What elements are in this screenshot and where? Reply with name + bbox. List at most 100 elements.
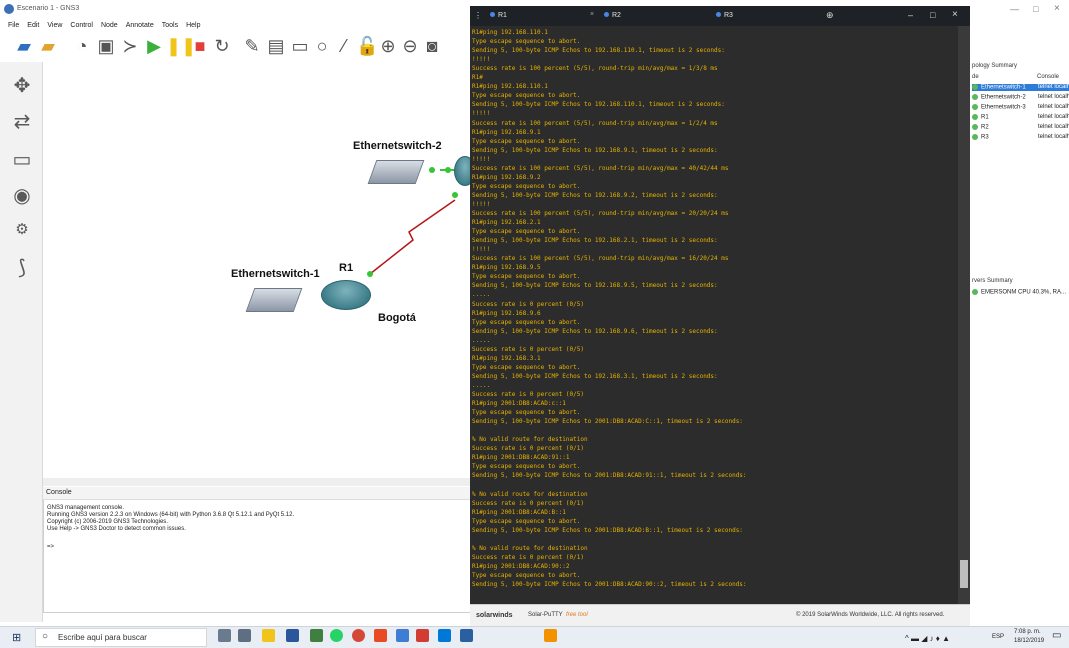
- menu-node[interactable]: Node: [101, 20, 118, 32]
- console-title: Console: [46, 489, 72, 496]
- column-console: Console: [1037, 74, 1060, 80]
- link-endpoint: [429, 167, 435, 173]
- edge-icon[interactable]: [438, 629, 451, 642]
- terminal-line: !!!!!: [472, 110, 491, 118]
- server-status-icon: [972, 289, 978, 295]
- keyboard-language[interactable]: ESP: [992, 634, 1004, 640]
- canvas-horizontal-scrollbar[interactable]: [43, 478, 470, 486]
- taskbar-search-box[interactable]: ○ Escribe aquí para buscar: [35, 628, 207, 647]
- switches-category-icon[interactable]: ⇄: [10, 110, 34, 134]
- putty-close-button[interactable]: ×: [952, 9, 958, 20]
- new-tab-button[interactable]: ⊕: [826, 10, 834, 21]
- terminal-line: !!!!!: [472, 56, 491, 64]
- start-all-icon[interactable]: ▶: [144, 36, 164, 56]
- menu-file[interactable]: File: [8, 20, 19, 32]
- solar-putty-brand: Solar-PuTTY: [528, 612, 563, 618]
- solar-putty-taskbar-icon[interactable]: [544, 629, 557, 642]
- scrollbar-thumb[interactable]: [960, 560, 968, 588]
- terminal-line: R1#ping 192.168.9.6: [472, 309, 541, 317]
- all-devices-category-icon[interactable]: ⚙: [10, 218, 34, 242]
- lock-icon[interactable]: 🔓: [356, 36, 378, 56]
- terminal-line: R1#ping 192.168.110.1: [472, 29, 548, 36]
- topology-summary-row[interactable]: Ethernetswitch-1 telnet localh: [972, 84, 1069, 91]
- mic-icon[interactable]: [218, 629, 231, 642]
- serial-link-r1-r2[interactable]: [369, 199, 456, 275]
- reload-all-icon[interactable]: ↻: [212, 36, 232, 56]
- menu-tools[interactable]: Tools: [162, 20, 178, 32]
- node-console: telnet localh: [1038, 124, 1069, 130]
- windows-start-icon[interactable]: ⊞: [12, 631, 21, 644]
- draw-ellipse-icon[interactable]: ○: [312, 36, 332, 56]
- draw-rectangle-icon[interactable]: ▭: [290, 36, 310, 56]
- insert-picture-icon[interactable]: ▤: [266, 36, 286, 56]
- task-view-icon[interactable]: [238, 629, 251, 642]
- server-row[interactable]: EMERSONM CPU 40.3%, RA...: [972, 289, 1066, 296]
- stop-all-icon[interactable]: ■: [190, 36, 210, 56]
- topology-canvas[interactable]: Ethernetswitch-2 Ethernetswitch-1 R1 Bog…: [43, 62, 476, 479]
- snapshot-icon[interactable]: ◔: [72, 36, 92, 56]
- menu-annotate[interactable]: Annotate: [126, 20, 154, 32]
- clock-date[interactable]: 18/12/2019: [1014, 638, 1044, 644]
- menu-view[interactable]: View: [47, 20, 62, 32]
- security-devices-category-icon[interactable]: ◉: [10, 184, 34, 208]
- terminal-line: !!!!!: [472, 155, 491, 163]
- app-icon[interactable]: [396, 629, 409, 642]
- show-interfaces-icon[interactable]: ▣: [96, 36, 116, 56]
- zoom-in-icon[interactable]: ⊕: [378, 36, 398, 56]
- r1-label: R1: [339, 262, 354, 274]
- topology-summary-row[interactable]: Ethernetswitch-2 telnet localh: [972, 94, 1069, 101]
- sticky-notes-icon[interactable]: [262, 629, 275, 642]
- console-prompt[interactable]: =>: [47, 544, 54, 550]
- terminal-line: R1#ping 2001:DB8:ACAD:B::1: [472, 508, 566, 516]
- mail-icon[interactable]: [460, 629, 473, 642]
- word-icon[interactable]: [286, 629, 299, 642]
- end-devices-category-icon[interactable]: ▭: [10, 148, 34, 172]
- free-tool-link[interactable]: free tool: [566, 612, 588, 618]
- solarwinds-logo: solarwinds: [476, 612, 513, 619]
- terminal-line: Success rate is 100 percent (5/5), round…: [472, 119, 718, 127]
- clock-time[interactable]: 7:08 p. m.: [1014, 629, 1041, 635]
- terminal-scrollbar[interactable]: [958, 26, 970, 604]
- topology-summary-row[interactable]: R3 telnet localh: [972, 134, 1069, 141]
- menu-help[interactable]: Help: [186, 20, 200, 32]
- gns3-taskbar-icon[interactable]: [310, 629, 323, 642]
- routers-category-icon[interactable]: ✥: [10, 74, 34, 98]
- menu-dots-icon[interactable]: ⋮: [474, 11, 482, 20]
- putty-minimize-button[interactable]: –: [908, 10, 913, 20]
- acrobat-icon[interactable]: [416, 629, 429, 642]
- terminal-line: Sending 5, 100-byte ICMP Echos to 192.16…: [472, 372, 718, 380]
- menu-control[interactable]: Control: [70, 20, 93, 32]
- close-button[interactable]: ×: [1054, 3, 1060, 14]
- r1-router-device[interactable]: [321, 280, 371, 310]
- draw-line-icon[interactable]: ⁄: [334, 36, 354, 56]
- open-folder-icon[interactable]: ▰: [14, 36, 34, 56]
- minimize-button[interactable]: —: [1010, 4, 1019, 14]
- tab-r2[interactable]: R2: [604, 12, 621, 19]
- screenshot-icon[interactable]: ◙: [422, 36, 442, 56]
- whatsapp-icon[interactable]: [330, 629, 343, 642]
- terminal-line: R1#ping 192.168.9.5: [472, 264, 541, 272]
- putty-maximize-button[interactable]: □: [930, 10, 935, 20]
- topology-summary-row[interactable]: R1 telnet localh: [972, 114, 1069, 121]
- notification-icon[interactable]: ▭: [1052, 630, 1061, 641]
- tab-r1[interactable]: R1: [490, 12, 507, 19]
- zoom-out-icon[interactable]: ⊖: [400, 36, 420, 56]
- ethernetswitch-1-device[interactable]: [245, 288, 303, 312]
- open-project-icon[interactable]: ▰: [38, 36, 58, 56]
- maximize-button[interactable]: □: [1033, 4, 1038, 14]
- tray-icons[interactable]: ^ ▬ ◢ ♪ ♦ ▲: [905, 634, 950, 643]
- brave-icon[interactable]: [374, 629, 387, 642]
- tab-r1-close-icon[interactable]: ×: [590, 11, 594, 18]
- topology-summary-row[interactable]: R2 telnet localh: [972, 124, 1069, 131]
- menu-edit[interactable]: Edit: [27, 20, 39, 32]
- ethernetswitch-2-device[interactable]: [367, 160, 425, 184]
- add-link-icon[interactable]: ⟆: [10, 256, 34, 280]
- terminal-output[interactable]: R1#ping 192.168.110.1 Type escape sequenc…: [470, 26, 958, 604]
- chrome-icon[interactable]: [352, 629, 365, 642]
- topology-summary-row[interactable]: Ethernetswitch-3 telnet localh: [972, 104, 1069, 111]
- add-note-icon[interactable]: ✎: [242, 36, 262, 56]
- console-all-icon[interactable]: ≻: [120, 36, 140, 56]
- suspend-all-icon[interactable]: ❚❚: [166, 36, 196, 56]
- terminal-line: Sending 5, 100-byte ICMP Echos to 192.16…: [472, 146, 718, 154]
- tab-r3[interactable]: R3: [716, 12, 733, 19]
